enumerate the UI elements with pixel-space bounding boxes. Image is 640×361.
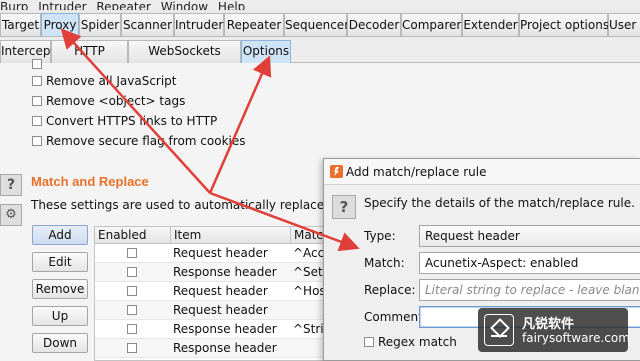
arrow-to-proxy-tab [60,28,211,194]
watermark: 凡锐软件 fairysoftware.com [478,308,630,352]
watermark-site: fairysoftware.com [522,331,630,345]
arrow-to-options-tab [208,55,272,194]
watermark-logo-icon [484,314,514,346]
arrow-to-dialog [209,191,360,252]
annotation-arrows [60,28,360,252]
watermark-name: 凡锐软件 [522,317,575,332]
